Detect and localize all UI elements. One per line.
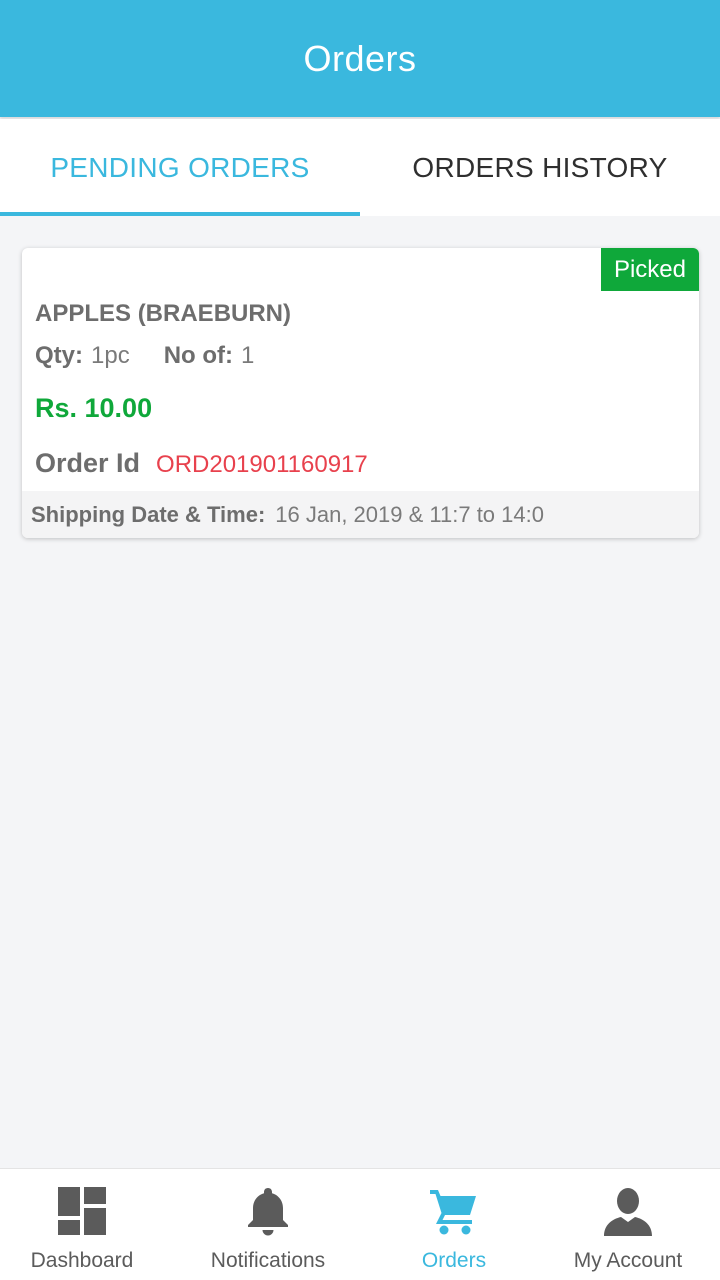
shipping-value: 16 Jan, 2019 & 11:7 to 14:0	[275, 501, 544, 527]
bell-icon	[248, 1188, 288, 1236]
orders-tabs: PENDING ORDERS ORDERS HISTORY	[0, 119, 720, 216]
quantity-row: Qty: 1pc No of: 1	[35, 342, 254, 370]
qty-group: Qty: 1pc	[35, 342, 130, 370]
dashboard-icon	[58, 1187, 106, 1235]
nav-my-account-label: My Account	[573, 1249, 683, 1272]
product-name: APPLES (BRAEBURN)	[35, 300, 292, 327]
nav-orders-label: Orders	[421, 1249, 487, 1272]
tab-pending-orders[interactable]: PENDING ORDERS	[0, 119, 360, 216]
qty-label: Qty:	[35, 342, 83, 369]
app-header: Orders	[0, 0, 720, 117]
no-of-label: No of:	[163, 342, 234, 369]
qty-value: 1pc	[91, 342, 130, 369]
status-badge: Picked	[600, 248, 699, 291]
order-id-value: ORD201901160917	[156, 451, 368, 478]
cart-icon	[430, 1190, 476, 1235]
order-id-row: Order Id ORD201901160917	[35, 448, 368, 479]
nav-notifications-label: Notifications	[210, 1249, 326, 1272]
shipping-label: Shipping Date & Time:	[31, 501, 266, 527]
nav-notifications[interactable]: Notifications	[164, 1169, 372, 1280]
no-of-group: No of: 1	[164, 342, 255, 370]
nav-dashboard-label: Dashboard	[30, 1249, 134, 1272]
nav-dashboard[interactable]: Dashboard	[0, 1169, 164, 1280]
order-card[interactable]: Picked APPLES (BRAEBURN) Qty: 1pc No of:…	[22, 248, 699, 538]
bottom-navigation: Dashboard Notifications Orders My Accoun…	[0, 1168, 720, 1280]
tab-orders-history[interactable]: ORDERS HISTORY	[360, 119, 720, 216]
shipping-row: Shipping Date & Time: 16 Jan, 2019 & 11:…	[22, 491, 699, 538]
no-of-value: 1	[241, 342, 255, 369]
orders-screen: Orders PENDING ORDERS ORDERS HISTORY Pic…	[0, 0, 720, 1280]
order-id-label: Order Id	[35, 448, 141, 478]
nav-my-account[interactable]: My Account	[536, 1169, 720, 1280]
order-price: Rs. 10.00	[35, 393, 153, 423]
person-icon	[604, 1188, 652, 1236]
nav-orders[interactable]: Orders	[372, 1169, 536, 1280]
page-title: Orders	[303, 37, 417, 79]
